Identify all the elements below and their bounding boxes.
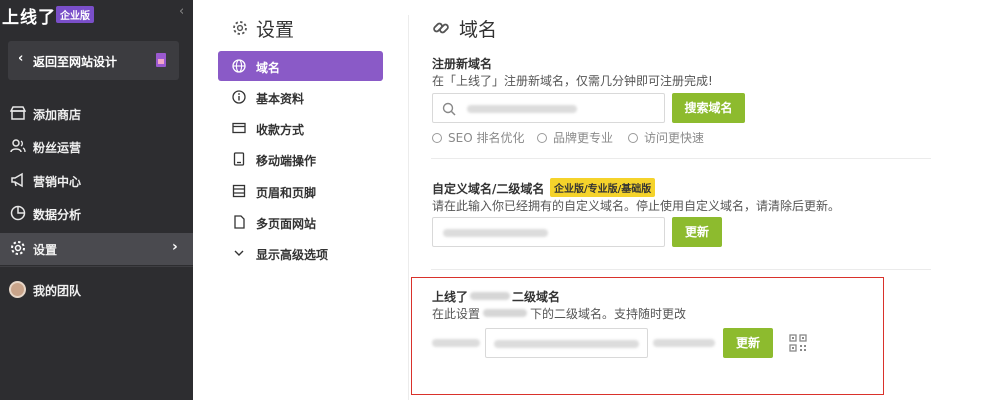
chevron-left-icon: ‹ <box>18 51 24 66</box>
settings-item-label: 显示高级选项 <box>256 248 329 262</box>
settings-panel: 设置 域名 基本资料 收款方式 移动端操作 页眉和页脚 多页面网站 显示高级选项 <box>193 0 410 400</box>
section-divider <box>431 158 931 159</box>
settings-item-label: 域名 <box>256 61 281 75</box>
custom-domain-input[interactable] <box>432 217 665 247</box>
subdomain-title: 上线了 二级域名 <box>432 290 561 304</box>
blurred-url-prefix <box>432 339 480 347</box>
sidebar-item-label: 我的团队 <box>33 284 82 298</box>
sidebar-item-my-team[interactable]: 我的团队 <box>0 274 193 306</box>
back-button-label: 返回至网站设计 <box>33 55 118 69</box>
pages-icon <box>232 214 246 229</box>
sidebar-item-fans[interactable]: 粉丝运营 <box>0 131 193 163</box>
settings-item-label: 基本资料 <box>256 92 305 106</box>
gear-icon <box>10 240 26 256</box>
sidebar-item-marketing[interactable]: 营销中心 <box>0 165 193 197</box>
main-sidebar: 上线了 企业版 ‹ ‹ 返回至网站设计 添加商店 粉丝运营 营销中心 数据分析 … <box>0 0 193 400</box>
sidebar-divider <box>0 266 193 267</box>
check-circle-icon <box>432 133 442 143</box>
settings-item-label: 移动端操作 <box>256 154 317 168</box>
settings-item-payment[interactable]: 收款方式 <box>218 113 383 143</box>
custom-domain-title: 自定义域名/二级域名 <box>432 182 545 196</box>
info-icon <box>232 89 246 104</box>
chevron-down-icon <box>232 245 246 259</box>
settings-item-label: 收款方式 <box>256 123 305 137</box>
page-title: 域名 <box>459 19 498 41</box>
link-icon <box>432 19 450 41</box>
plan-tag: 企业版/专业版/基础版 <box>550 178 656 197</box>
store-icon <box>9 105 27 121</box>
document-icon <box>156 53 166 67</box>
gear-icon <box>232 20 248 40</box>
settings-item-basic-info[interactable]: 基本资料 <box>218 82 383 112</box>
plan-badge: 企业版 <box>56 6 94 23</box>
globe-icon <box>232 58 246 73</box>
check-circle-icon <box>628 133 638 143</box>
blurred-placeholder <box>443 229 548 237</box>
back-to-site-design-button[interactable]: ‹ 返回至网站设计 <box>8 41 179 80</box>
qr-code-icon[interactable] <box>789 334 807 352</box>
feature-brand: 品牌更专业 <box>537 129 613 146</box>
feature-speed: 访问更快速 <box>628 129 704 146</box>
settings-item-mobile[interactable]: 移动端操作 <box>218 144 383 174</box>
update-subdomain-button[interactable]: 更新 <box>723 328 773 358</box>
blurred-text <box>483 309 528 317</box>
sidebar-item-add-store[interactable]: 添加商店 <box>0 98 193 130</box>
settings-item-label: 页眉和页脚 <box>256 186 317 200</box>
blurred-placeholder <box>494 340 639 348</box>
settings-item-label: 多页面网站 <box>256 217 317 231</box>
card-icon <box>232 120 246 134</box>
domain-search-input[interactable] <box>432 93 665 123</box>
column-divider <box>408 15 409 400</box>
sidebar-item-label: 粉丝运营 <box>33 141 82 155</box>
blurred-text <box>470 292 511 300</box>
sidebar-item-analytics[interactable]: 数据分析 <box>0 198 193 230</box>
blurred-placeholder <box>467 105 577 113</box>
blurred-url-suffix <box>653 339 715 347</box>
users-icon <box>10 138 26 154</box>
avatar <box>9 281 26 298</box>
register-domain-desc: 在「上线了」注册新域名，仅需几分钟即可注册完成! <box>432 74 713 88</box>
sidebar-item-label: 数据分析 <box>33 208 82 222</box>
settings-item-domain[interactable]: 域名 <box>218 51 383 81</box>
brand-logo: 上线了 <box>2 8 56 28</box>
mobile-icon <box>232 151 246 166</box>
update-custom-domain-button[interactable]: 更新 <box>672 217 722 247</box>
search-domain-button[interactable]: 搜索域名 <box>672 93 745 123</box>
layout-icon <box>232 183 246 198</box>
settings-item-header-footer[interactable]: 页眉和页脚 <box>218 176 383 206</box>
custom-domain-desc: 请在此输入你已经拥有的自定义域名。停止使用自定义域名，请清除后更新。 <box>432 199 841 213</box>
chevron-right-icon: › <box>172 239 178 255</box>
check-circle-icon <box>537 133 547 143</box>
megaphone-icon <box>10 172 26 188</box>
sidebar-item-settings[interactable]: 设置 › <box>0 233 193 265</box>
sidebar-item-label: 添加商店 <box>33 108 82 122</box>
subdomain-input[interactable] <box>485 328 648 358</box>
app-root: 上线了 企业版 ‹ ‹ 返回至网站设计 添加商店 粉丝运营 营销中心 数据分析 … <box>0 0 984 400</box>
settings-item-advanced[interactable]: 显示高级选项 <box>218 238 383 268</box>
feature-seo: SEO 排名优化 <box>432 129 524 146</box>
search-icon <box>442 101 456 120</box>
settings-title: 设置 <box>256 19 295 41</box>
section-divider <box>431 269 931 270</box>
sidebar-item-label: 设置 <box>33 243 58 257</box>
sidebar-item-label: 营销中心 <box>33 175 82 189</box>
collapse-sidebar-icon[interactable]: ‹ <box>179 4 184 19</box>
pie-chart-icon <box>10 205 26 221</box>
settings-item-multipage[interactable]: 多页面网站 <box>218 207 383 237</box>
subdomain-desc: 在此设置 下的二级域名。支持随时更改 <box>432 307 687 321</box>
register-domain-title: 注册新域名 <box>432 57 493 71</box>
